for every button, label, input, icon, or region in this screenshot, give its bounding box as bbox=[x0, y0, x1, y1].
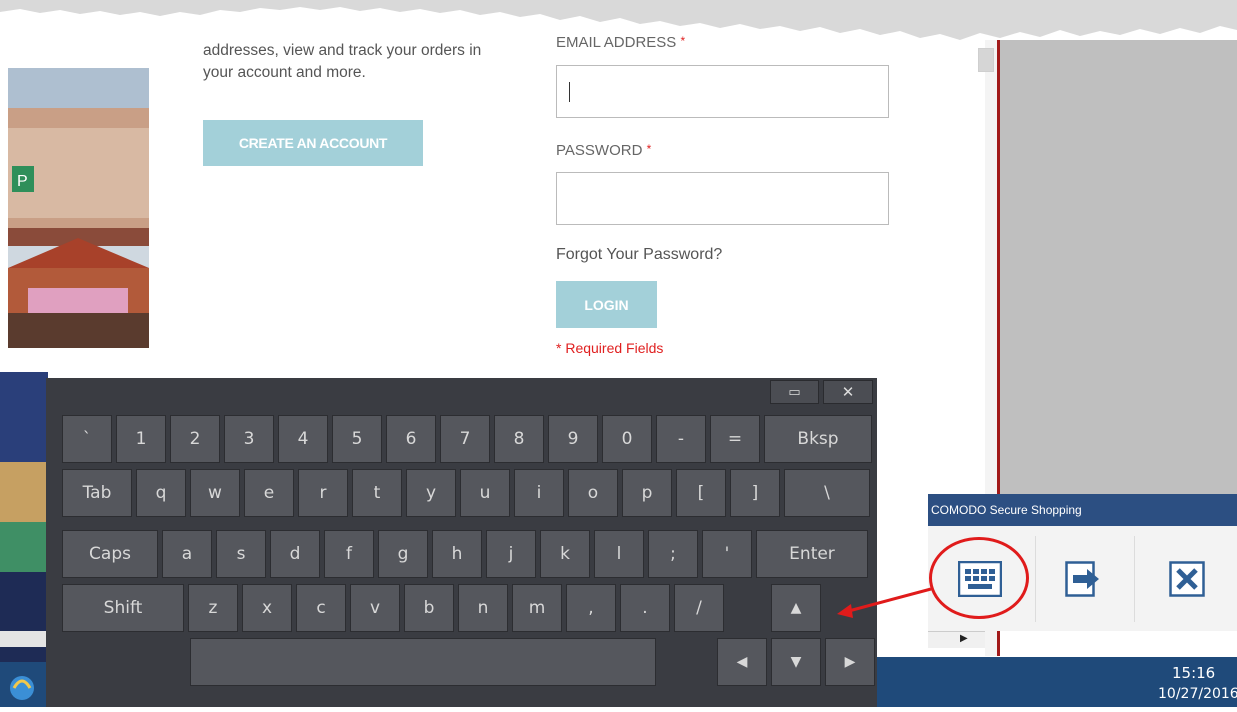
key-z[interactable]: z bbox=[188, 584, 238, 632]
close-secure-shopping-button[interactable] bbox=[1134, 536, 1237, 622]
password-label: PASSWORD * bbox=[556, 142, 651, 159]
key-rbracket[interactable]: ] bbox=[730, 469, 780, 517]
arrow-left-key[interactable]: ◀ bbox=[717, 638, 767, 686]
required-fields-note: * Required Fields bbox=[556, 340, 664, 356]
key-p[interactable]: p bbox=[622, 469, 672, 517]
key-4[interactable]: 4 bbox=[278, 415, 328, 463]
key-c[interactable]: c bbox=[296, 584, 346, 632]
key-v[interactable]: v bbox=[350, 584, 400, 632]
key-b[interactable]: b bbox=[404, 584, 454, 632]
key-d[interactable]: d bbox=[270, 530, 320, 578]
clock-time: 15:16 bbox=[1172, 664, 1216, 682]
key-semicolon[interactable]: ; bbox=[648, 530, 698, 578]
key-backslash[interactable]: \ bbox=[784, 469, 870, 517]
clock-date: 10/27/2016 bbox=[1158, 686, 1237, 702]
key-7[interactable]: 7 bbox=[440, 415, 490, 463]
key-caps[interactable]: Caps bbox=[62, 530, 158, 578]
key-i[interactable]: i bbox=[514, 469, 564, 517]
keyboard-maximize-button[interactable]: ▭ bbox=[770, 380, 819, 404]
account-description-line1: addresses, view and track your orders in bbox=[203, 42, 482, 59]
arrow-right-key[interactable]: ▶ bbox=[825, 638, 875, 686]
key-k[interactable]: k bbox=[540, 530, 590, 578]
key-bksp[interactable]: Bksp bbox=[764, 415, 872, 463]
key-x[interactable]: x bbox=[242, 584, 292, 632]
key-l[interactable]: l bbox=[594, 530, 644, 578]
email-field[interactable] bbox=[556, 65, 889, 118]
page-scrollbar-thumb[interactable] bbox=[978, 48, 994, 72]
svg-text:P: P bbox=[17, 173, 28, 190]
exit-arrow-icon bbox=[1065, 561, 1099, 597]
key-backtick[interactable]: ` bbox=[62, 415, 112, 463]
key-q[interactable]: q bbox=[136, 469, 186, 517]
key-n[interactable]: n bbox=[458, 584, 508, 632]
key-e[interactable]: e bbox=[244, 469, 294, 517]
key-slash[interactable]: / bbox=[674, 584, 724, 632]
key-y[interactable]: y bbox=[406, 469, 456, 517]
forgot-password-link[interactable]: Forgot Your Password? bbox=[556, 246, 722, 264]
text-caret bbox=[569, 82, 570, 102]
desktop-background bbox=[1000, 40, 1237, 520]
password-label-text: PASSWORD bbox=[556, 142, 643, 159]
key-2[interactable]: 2 bbox=[170, 415, 220, 463]
arrow-down-key[interactable]: ▼ bbox=[771, 638, 821, 686]
key-tab[interactable]: Tab bbox=[62, 469, 132, 517]
key-quote[interactable]: ' bbox=[702, 530, 752, 578]
comodo-horizontal-scrollbar[interactable] bbox=[928, 631, 985, 648]
scroll-right-arrow-icon[interactable]: ▶ bbox=[960, 633, 968, 644]
page-horizontal-scrollbar[interactable] bbox=[0, 631, 46, 647]
keyboard-close-button[interactable]: ✕ bbox=[823, 380, 873, 404]
key-8[interactable]: 8 bbox=[494, 415, 544, 463]
key-0[interactable]: 0 bbox=[602, 415, 652, 463]
key-minus[interactable]: - bbox=[656, 415, 706, 463]
highlight-circle bbox=[929, 537, 1029, 619]
account-description-line2: your account and more. bbox=[203, 64, 366, 81]
key-equals[interactable]: = bbox=[710, 415, 760, 463]
key-9[interactable]: 9 bbox=[548, 415, 598, 463]
store-photo: P bbox=[8, 68, 149, 348]
annotation-arrow-icon bbox=[837, 587, 932, 618]
key-shift[interactable]: Shift bbox=[62, 584, 184, 632]
key-w[interactable]: w bbox=[190, 469, 240, 517]
space-key[interactable] bbox=[190, 638, 656, 686]
key-f[interactable]: f bbox=[324, 530, 374, 578]
arrow-up-key[interactable]: ▲ bbox=[771, 584, 821, 632]
key-o[interactable]: o bbox=[568, 469, 618, 517]
key-1[interactable]: 1 bbox=[116, 415, 166, 463]
required-star: * bbox=[646, 142, 652, 156]
key-a[interactable]: a bbox=[162, 530, 212, 578]
login-button[interactable]: LOGIN bbox=[556, 281, 657, 328]
email-label: EMAIL ADDRESS * bbox=[556, 34, 685, 51]
windows-start-icon[interactable] bbox=[0, 662, 46, 707]
key-h[interactable]: h bbox=[432, 530, 482, 578]
key-u[interactable]: u bbox=[460, 469, 510, 517]
store-photo-2 bbox=[0, 372, 48, 662]
password-field[interactable] bbox=[556, 172, 889, 225]
key-lbracket[interactable]: [ bbox=[676, 469, 726, 517]
key-m[interactable]: m bbox=[512, 584, 562, 632]
exit-secure-shopping-button[interactable] bbox=[1035, 536, 1132, 622]
key-s[interactable]: s bbox=[216, 530, 266, 578]
create-account-button[interactable]: CREATE AN ACCOUNT bbox=[203, 120, 423, 166]
key-t[interactable]: t bbox=[352, 469, 402, 517]
key-g[interactable]: g bbox=[378, 530, 428, 578]
key-5[interactable]: 5 bbox=[332, 415, 382, 463]
key-j[interactable]: j bbox=[486, 530, 536, 578]
comodo-panel-title: COMODO Secure Shopping bbox=[928, 494, 1237, 526]
key-6[interactable]: 6 bbox=[386, 415, 436, 463]
key-3[interactable]: 3 bbox=[224, 415, 274, 463]
taskbar-start[interactable] bbox=[0, 662, 46, 707]
key-enter[interactable]: Enter bbox=[756, 530, 868, 578]
key-r[interactable]: r bbox=[298, 469, 348, 517]
close-box-icon bbox=[1168, 561, 1205, 597]
key-period[interactable]: . bbox=[620, 584, 670, 632]
key-comma[interactable]: , bbox=[566, 584, 616, 632]
required-star: * bbox=[680, 34, 686, 48]
email-label-text: EMAIL ADDRESS bbox=[556, 34, 677, 51]
